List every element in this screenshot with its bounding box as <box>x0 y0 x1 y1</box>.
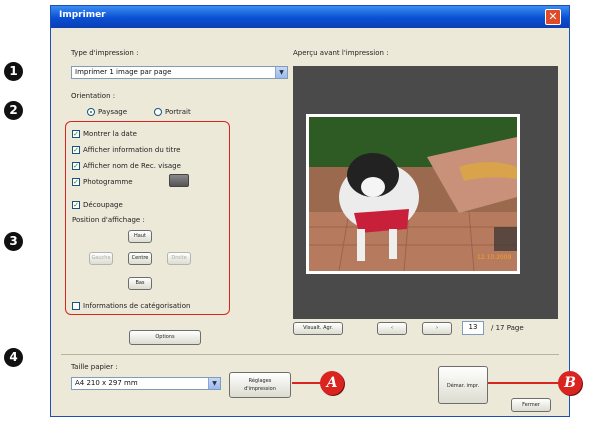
callout-b: B <box>558 371 582 395</box>
print-settings-button[interactable]: Réglages d'impression <box>229 372 291 398</box>
orientation-label: Orientation : <box>71 92 116 100</box>
landscape-radio[interactable] <box>87 108 95 116</box>
filmstrip-color-swatch[interactable] <box>169 174 189 187</box>
preview-area: 12.10.2009 <box>293 66 558 319</box>
show-face-name-checkbox[interactable]: ✓ <box>72 162 80 170</box>
portrait-label: Portrait <box>165 108 191 116</box>
cropping-checkbox[interactable]: ✓ <box>72 201 80 209</box>
show-date-checkbox[interactable]: ✓ <box>72 130 80 138</box>
filmstrip-checkbox[interactable]: ✓ <box>72 178 80 186</box>
close-button[interactable]: Fermer <box>511 398 551 412</box>
show-title-label: Afficher information du titre <box>83 146 181 154</box>
print-type-label: Type d'impression : <box>71 49 139 57</box>
print-type-dropdown[interactable]: Imprimer 1 image par page ▼ <box>71 66 288 79</box>
paper-size-value: A4 210 x 297 mm <box>75 379 138 387</box>
page-total-label: / 17 Page <box>491 324 524 332</box>
preview-page: 12.10.2009 <box>306 114 520 274</box>
cropping-label: Découpage <box>83 201 123 209</box>
close-window-button[interactable]: ✕ <box>545 9 561 25</box>
window-title: Imprimer <box>59 10 106 20</box>
filmstrip-label: Photogramme <box>83 178 133 186</box>
callout-4: 4 <box>4 348 23 367</box>
callout-a-line <box>292 382 322 384</box>
chevron-down-icon[interactable]: ▼ <box>208 378 220 389</box>
callout-b-line <box>488 382 560 384</box>
callout-2: 2 <box>4 101 23 120</box>
print-type-value: Imprimer 1 image par page <box>75 68 172 76</box>
print-dialog: Imprimer ✕ Type d'impression : Imprimer … <box>50 5 570 417</box>
zoom-view-button[interactable]: Visualt. Agr. <box>293 322 343 335</box>
start-print-button[interactable]: Démar. impr. <box>438 366 488 404</box>
position-right-button[interactable]: Droite <box>167 252 191 265</box>
svg-text:12.10.2009: 12.10.2009 <box>477 254 512 261</box>
display-position-label: Position d'affichage : <box>72 216 145 224</box>
paper-size-label: Taille papier : <box>71 363 118 371</box>
position-center-button[interactable]: Centre <box>128 252 152 265</box>
next-page-button[interactable]: › <box>422 322 452 335</box>
print-settings-line2: d'impression <box>244 386 276 392</box>
title-bar: Imprimer ✕ <box>51 6 569 28</box>
landscape-label: Paysage <box>98 108 128 116</box>
callout-a: A <box>320 371 344 395</box>
separator <box>61 354 559 355</box>
show-date-label: Montrer la date <box>83 130 137 138</box>
paper-size-dropdown[interactable]: A4 210 x 297 mm ▼ <box>71 377 221 390</box>
prev-page-button[interactable]: ‹ <box>377 322 407 335</box>
position-up-button[interactable]: Haut <box>128 230 152 243</box>
show-title-checkbox[interactable]: ✓ <box>72 146 80 154</box>
chevron-down-icon[interactable]: ▼ <box>275 67 287 78</box>
position-down-button[interactable]: Bas <box>128 277 152 290</box>
page-number-input[interactable]: 13 <box>462 321 484 335</box>
categorization-checkbox[interactable] <box>72 302 80 310</box>
portrait-radio[interactable] <box>154 108 162 116</box>
preview-label: Aperçu avant l'impression : <box>293 49 389 57</box>
options-button[interactable]: Options <box>129 330 201 345</box>
callout-1: 1 <box>4 62 23 81</box>
categorization-label: Informations de catégorisation <box>83 302 191 310</box>
preview-photo: 12.10.2009 <box>309 117 517 271</box>
callout-3: 3 <box>4 232 23 251</box>
show-face-name-label: Afficher nom de Rec. visage <box>83 162 181 170</box>
position-left-button[interactable]: Gauche <box>89 252 113 265</box>
print-settings-line1: Réglages <box>248 378 272 384</box>
